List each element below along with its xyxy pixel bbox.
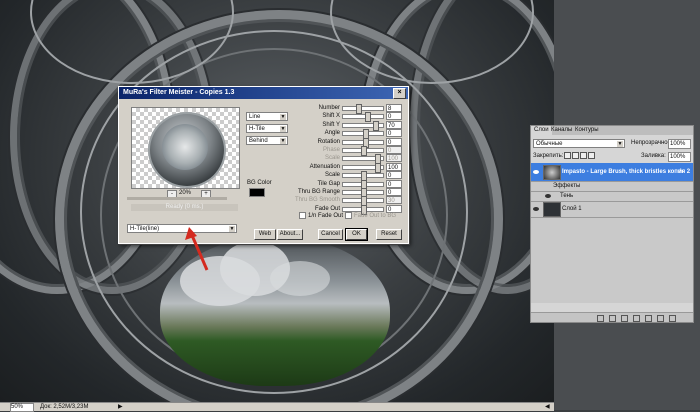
layer-name: Impasto - Large Brush, thick bristles ко… — [562, 169, 691, 175]
blend-mode-value: Обычные — [536, 141, 563, 147]
layers-tabs: Слои Каналы Контуры — [531, 126, 693, 135]
fx-menu-icon[interactable] — [609, 315, 616, 322]
eye-icon[interactable] — [545, 194, 551, 198]
lock-pixels-icon[interactable] — [572, 152, 579, 159]
layer-list: Impasto - Large Brush, thick bristles ко… — [531, 163, 693, 303]
layer-thumbnail — [543, 202, 561, 217]
shadow-label: Тень — [560, 193, 574, 199]
trash-icon[interactable] — [669, 315, 676, 322]
lock-transparency-icon[interactable] — [564, 152, 571, 159]
layer-row[interactable]: Слой 1 — [531, 201, 693, 218]
lock-position-icon[interactable] — [580, 152, 587, 159]
eye-icon[interactable] — [533, 207, 539, 211]
opacity-input[interactable]: 100% — [668, 139, 691, 149]
layers-footer — [531, 312, 693, 322]
fill-label: Заливка: — [641, 153, 666, 159]
link-icon[interactable] — [597, 315, 604, 322]
blend-mode-select[interactable]: Обычные ▼ — [533, 139, 625, 148]
layer-thumbnail — [543, 165, 561, 180]
layer-name: Слой 1 — [562, 206, 582, 212]
fill-input[interactable]: 100% — [668, 152, 691, 162]
lock-all-icon[interactable] — [588, 152, 595, 159]
new-layer-icon[interactable] — [657, 315, 664, 322]
effects-label: Эффекты — [553, 183, 581, 189]
folder-icon[interactable] — [645, 315, 652, 322]
tab-paths[interactable]: Контуры — [572, 126, 602, 135]
lock-label: Закрепить: — [533, 153, 564, 159]
mask-icon[interactable] — [621, 315, 628, 322]
eye-icon[interactable] — [533, 170, 539, 174]
layer-row-selected[interactable]: Impasto - Large Brush, thick bristles ко… — [531, 163, 693, 182]
fx-icon[interactable]: fx — [679, 168, 684, 176]
adjustment-icon[interactable] — [633, 315, 640, 322]
chevron-down-icon: ▼ — [617, 141, 623, 147]
layers-panel: Слои Каналы Контуры Обычные ▼ Непрозрачно… — [530, 125, 694, 323]
